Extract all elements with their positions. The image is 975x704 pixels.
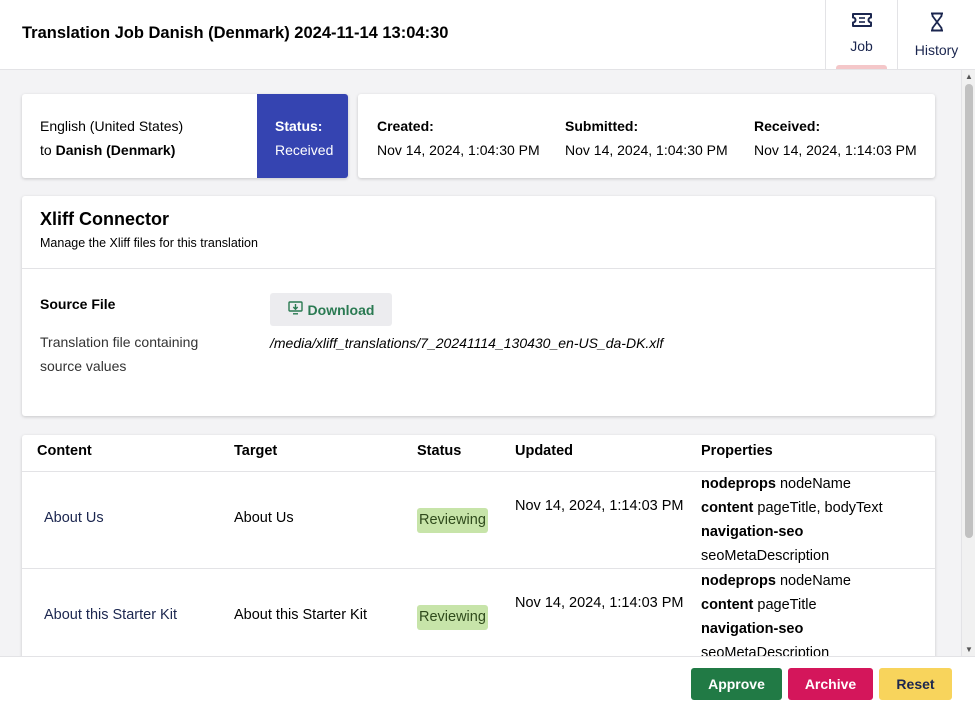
- language-pair: English (United States) to Danish (Denma…: [40, 114, 183, 162]
- page-title: Translation Job Danish (Denmark) 2024-11…: [22, 24, 449, 42]
- tab-job-label: Job: [850, 38, 873, 54]
- row-properties: nodeprops nodeName content pageTitle nav…: [701, 569, 851, 656]
- row-target: About this Starter Kit: [234, 607, 367, 623]
- archive-button[interactable]: Archive: [788, 668, 873, 700]
- column-header-updated: Updated: [515, 443, 573, 459]
- prop-key: navigation-seo: [701, 524, 804, 540]
- divider: [22, 268, 935, 269]
- column-header-status: Status: [417, 443, 462, 459]
- ticket-icon: [851, 12, 873, 33]
- column-header-content: Content: [37, 443, 92, 459]
- scrollbar-thumb[interactable]: [965, 84, 973, 538]
- tab-history[interactable]: History: [897, 0, 975, 69]
- dates-card: Created: Nov 14, 2024, 1:04:30 PM Submit…: [358, 94, 935, 178]
- source-file-label: Source File: [40, 296, 116, 312]
- status-badge: Reviewing: [417, 605, 488, 630]
- table-row[interactable]: About this Starter Kit About this Starte…: [22, 569, 935, 656]
- prop-key: content: [701, 500, 754, 516]
- hourglass-icon: [929, 12, 945, 37]
- source-file-description: Translation file containing source value…: [40, 334, 199, 374]
- column-header-properties: Properties: [701, 443, 773, 459]
- prop-key: nodeprops: [701, 476, 776, 492]
- tab-job[interactable]: Job: [825, 0, 897, 69]
- created-info: Created: Nov 14, 2024, 1:04:30 PM: [377, 114, 540, 162]
- source-language: English (United States): [40, 118, 184, 134]
- status-block: Status: Received: [257, 94, 348, 178]
- table-row[interactable]: About Us About Us Reviewing Nov 14, 2024…: [22, 472, 935, 569]
- created-label: Created:: [377, 118, 434, 134]
- download-icon: [287, 301, 308, 318]
- scroll-up-icon[interactable]: ▲: [965, 72, 973, 81]
- submitted-value: Nov 14, 2024, 1:04:30 PM: [565, 142, 728, 158]
- active-tab-indicator: [836, 65, 887, 69]
- vertical-scrollbar[interactable]: ▲ ▼: [961, 70, 975, 656]
- download-button[interactable]: Download: [270, 293, 392, 326]
- prop-value: nodeName: [779, 573, 851, 589]
- prop-key: nodeprops: [701, 573, 776, 589]
- xliff-subtitle: Manage the Xliff files for this translat…: [40, 236, 258, 250]
- created-value: Nov 14, 2024, 1:04:30 PM: [377, 142, 540, 158]
- xliff-connector-card: Xliff Connector Manage the Xliff files f…: [22, 196, 935, 416]
- reset-button[interactable]: Reset: [879, 668, 952, 700]
- prop-value: pageTitle: [757, 597, 817, 613]
- tab-history-label: History: [914, 42, 959, 58]
- header-tabs: Job History: [825, 0, 975, 70]
- submitted-label: Submitted:: [565, 118, 639, 134]
- row-updated: Nov 14, 2024, 1:14:03 PM: [515, 498, 684, 514]
- row-properties: nodeprops nodeName content pageTitle, bo…: [701, 472, 883, 568]
- page-header: Translation Job Danish (Denmark) 2024-11…: [0, 0, 975, 70]
- submitted-info: Submitted: Nov 14, 2024, 1:04:30 PM: [565, 114, 728, 162]
- main-content: English (United States) to Danish (Denma…: [0, 70, 961, 656]
- language-card: English (United States) to Danish (Denma…: [22, 94, 348, 178]
- status-badge: Reviewing: [417, 508, 488, 533]
- row-content: About Us: [44, 510, 104, 526]
- prop-key: content: [701, 597, 754, 613]
- status-label: Status:: [275, 118, 323, 134]
- received-value: Nov 14, 2024, 1:14:03 PM: [754, 142, 917, 158]
- source-file-path: /media/xliff_translations/7_20241114_130…: [270, 335, 664, 351]
- prop-value: pageTitle, bodyText: [757, 500, 883, 516]
- received-label: Received:: [754, 118, 821, 134]
- xliff-title: Xliff Connector: [40, 209, 169, 229]
- row-updated: Nov 14, 2024, 1:14:03 PM: [515, 595, 684, 611]
- footer-actions: Approve Archive Reset: [0, 656, 975, 704]
- prop-value: seoMetaDescription: [701, 645, 830, 656]
- prop-value: nodeName: [779, 476, 851, 492]
- target-language: Danish (Denmark): [55, 142, 176, 158]
- scroll-down-icon[interactable]: ▼: [965, 645, 973, 654]
- received-info: Received: Nov 14, 2024, 1:14:03 PM: [754, 114, 917, 162]
- prop-value: seoMetaDescription: [701, 548, 830, 564]
- row-content: About this Starter Kit: [44, 607, 177, 623]
- to-word: to: [40, 142, 52, 158]
- content-table: Content Target Status Updated Properties…: [22, 435, 935, 656]
- approve-button[interactable]: Approve: [691, 668, 782, 700]
- column-header-target: Target: [234, 443, 278, 459]
- status-value: Received: [275, 142, 334, 158]
- download-label: Download: [307, 301, 375, 318]
- prop-key: navigation-seo: [701, 621, 804, 637]
- row-target: About Us: [234, 510, 294, 526]
